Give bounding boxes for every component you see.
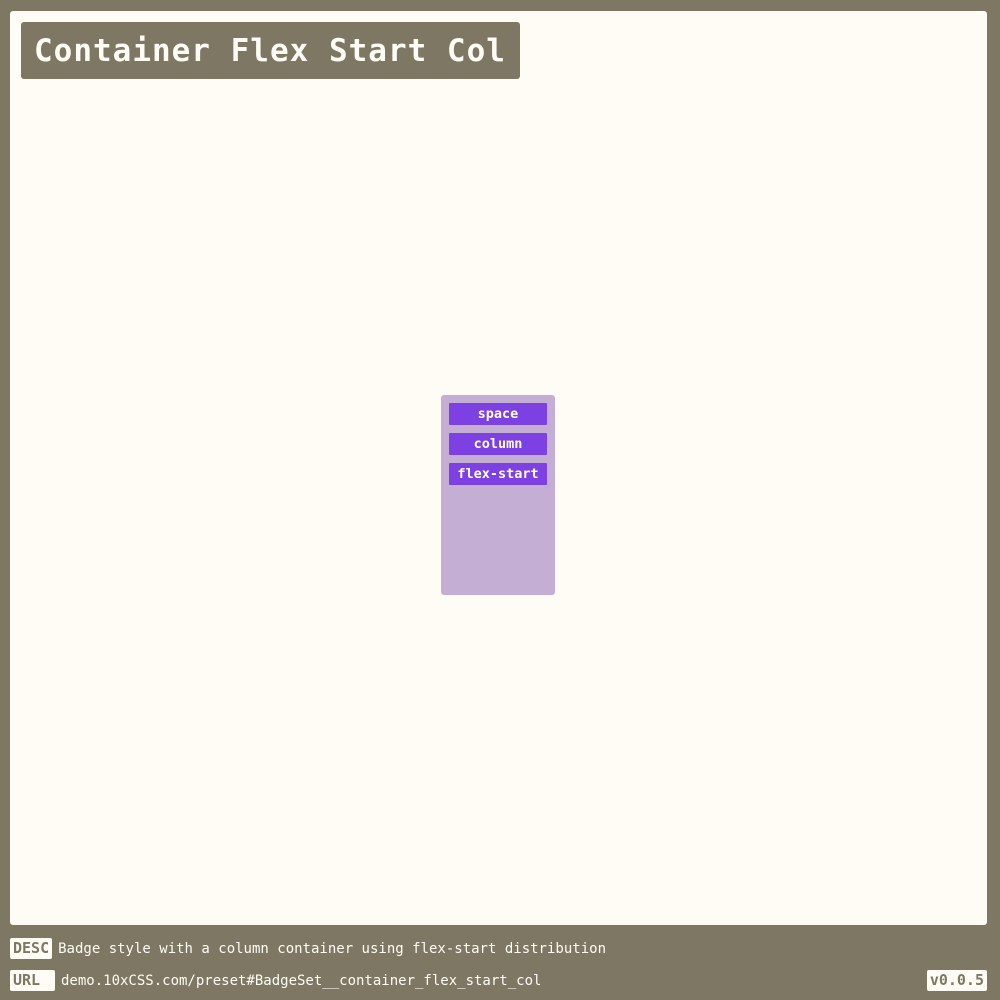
title-banner: Container Flex Start Col: [21, 22, 520, 79]
description-text: Badge style with a column container usin…: [58, 940, 606, 957]
url-link[interactable]: demo.10xCSS.com/preset#BadgeSet__contain…: [61, 973, 541, 989]
badge-flex-start: flex-start: [449, 463, 547, 485]
desc-tag: DESC: [10, 938, 53, 959]
url-row: URL demo.10xCSS.com/preset#BadgeSet__con…: [10, 970, 541, 991]
preview-canvas: Container Flex Start Col space column fl…: [10, 11, 987, 925]
badge-container: space column flex-start: [441, 395, 555, 595]
description-row: DESC Badge style with a column container…: [10, 938, 606, 959]
version-badge: v0.0.5: [926, 970, 987, 991]
badge-column: column: [449, 433, 547, 455]
url-tag: URL: [10, 970, 55, 991]
badge-space: space: [449, 403, 547, 425]
page-title: Container Flex Start Col: [34, 32, 506, 69]
